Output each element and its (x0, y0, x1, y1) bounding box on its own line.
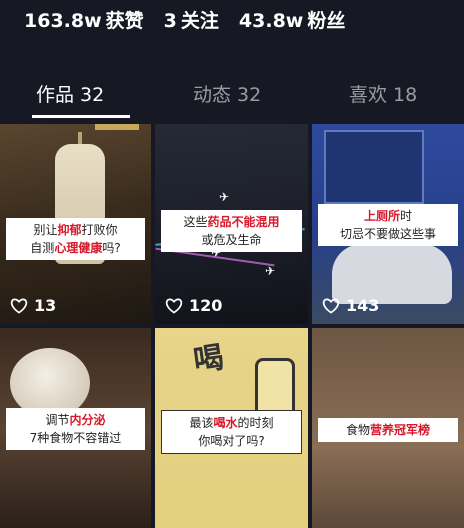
caption-line: 7种食物不容错过 (6, 429, 145, 447)
tab-activity[interactable]: 动态 32 (193, 80, 261, 107)
stat-number: 3 (163, 9, 177, 32)
caption-text: 时 (400, 209, 413, 223)
caption-line: 或危及生命 (161, 231, 302, 249)
caption-highlight: 喝水 (213, 416, 238, 430)
tab-works[interactable]: 作品 32 (36, 80, 104, 107)
heart-icon (322, 298, 340, 314)
caption-highlight: 心理健康 (54, 241, 103, 255)
post-tile[interactable]: 别让抑郁打败你 自测心理健康吗? 13 (0, 124, 151, 324)
stat-label: 获赞 (105, 9, 144, 32)
caption-highlight: 药品不能混用 (207, 215, 280, 229)
clothes-rail (95, 124, 139, 130)
post-caption: 别让抑郁打败你 自测心理健康吗? (6, 218, 145, 260)
bottle-image (255, 358, 295, 418)
caption-line: 上厕所时 (318, 207, 458, 225)
mirror-image (324, 130, 424, 204)
post-caption: 最该喝水的时刻 你喝对了吗? (161, 410, 302, 454)
posts-grid: 别让抑郁打败你 自测心理健康吗? 13 ✈ ✈ ✈ 这些药品不能混用 或危及生命… (0, 124, 464, 528)
plane-icon: ✈ (219, 190, 230, 204)
caption-text: 自测 (30, 241, 55, 255)
caption-line: 切忌不要做这些事 (318, 225, 458, 243)
caption-text: 切忌不要做这些事 (339, 227, 436, 241)
caption-highlight: 抑郁 (57, 223, 82, 237)
like-number: 13 (34, 296, 57, 315)
caption-text: 打败你 (81, 223, 118, 237)
like-count: 120 (165, 296, 222, 315)
caption-text: 这些 (183, 215, 208, 229)
post-caption: 调节内分泌 7种食物不容错过 (6, 408, 145, 450)
caption-text: 食物 (345, 423, 370, 437)
sink-image (332, 244, 452, 304)
caption-line: 最该喝水的时刻 (162, 414, 301, 432)
heart-icon (165, 298, 183, 314)
caption-line: 食物营养冠军榜 (318, 421, 458, 439)
like-number: 120 (189, 296, 223, 315)
caption-text: 吗? (102, 241, 121, 255)
profile-tabs: 作品 32 动态 32 喜欢 18 (0, 74, 464, 118)
caption-highlight: 营养冠军榜 (370, 423, 431, 437)
likes-stat[interactable]: 163.8w 获赞 (24, 6, 144, 33)
stat-label: 粉丝 (307, 9, 346, 32)
caption-line: 自测心理健康吗? (6, 239, 145, 257)
tab-likes[interactable]: 喜欢 18 (349, 80, 417, 107)
stat-label: 关注 (180, 9, 219, 32)
post-tile[interactable]: 上厕所时 切忌不要做这些事 143 (312, 124, 464, 324)
caption-text: 别让 (33, 223, 58, 237)
stat-number: 43.8w (238, 9, 304, 32)
post-caption: 食物营养冠军榜 (318, 418, 458, 442)
profile-stats: 163.8w 获赞 3 关注 43.8w 粉丝 (24, 4, 345, 34)
like-count: 13 (10, 296, 56, 315)
post-tile[interactable]: 食物营养冠军榜 (312, 328, 464, 528)
caption-text: 的时刻 (237, 416, 274, 430)
caption-highlight: 内分泌 (69, 413, 106, 427)
post-tile[interactable]: 喝 最该喝水的时刻 你喝对了吗? (155, 328, 308, 528)
post-caption: 这些药品不能混用 或危及生命 (161, 210, 302, 252)
caption-line: 你喝对了吗? (162, 432, 301, 450)
post-caption: 上厕所时 切忌不要做这些事 (318, 204, 458, 246)
active-tab-indicator (32, 115, 130, 118)
heart-icon (10, 298, 28, 314)
following-stat[interactable]: 3 关注 (164, 6, 219, 33)
caption-text: 或危及生命 (201, 233, 262, 247)
caption-line: 这些药品不能混用 (161, 213, 302, 231)
caption-line: 别让抑郁打败你 (6, 221, 145, 239)
caption-text: 7种食物不容错过 (29, 431, 122, 445)
followers-stat[interactable]: 43.8w 粉丝 (239, 6, 345, 33)
like-number: 143 (346, 296, 380, 315)
post-tile[interactable]: 调节内分泌 7种食物不容错过 (0, 328, 151, 528)
caption-highlight: 上厕所 (363, 209, 400, 223)
stat-number: 163.8w (24, 9, 102, 32)
caption-line: 调节内分泌 (6, 411, 145, 429)
caption-text: 调节 (45, 413, 70, 427)
drink-character: 喝 (191, 340, 226, 379)
post-tile[interactable]: ✈ ✈ ✈ 这些药品不能混用 或危及生命 120 (155, 124, 308, 324)
caption-text: 最该 (189, 416, 214, 430)
like-count: 143 (322, 296, 379, 315)
